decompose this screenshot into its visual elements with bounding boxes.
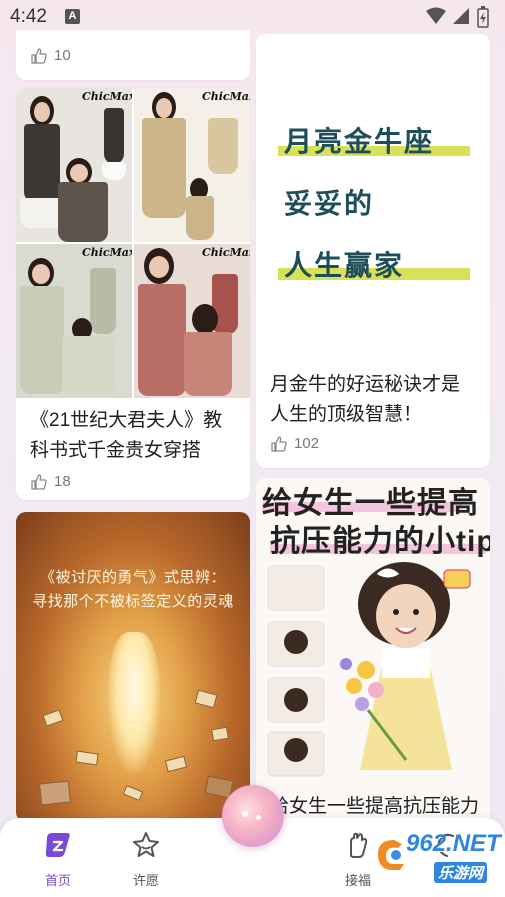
photo-tile: ChicMax	[16, 244, 132, 398]
post-card-astro[interactable]: 月亮金牛座 妥妥的 人生赢家 月金牛的好运秘诀才是人生的顶级智慧！ 102	[256, 34, 490, 468]
site-watermark: 962.NET 乐游网	[372, 828, 501, 890]
cover-text-line: 《被讨厌的勇气》式思辨：	[39, 569, 226, 586]
app-notification-icon: A	[65, 9, 80, 24]
thumbs-up-icon	[31, 474, 47, 490]
create-orb-button[interactable]	[222, 785, 284, 847]
brand-mark: ChicMax	[202, 90, 250, 103]
photo-tile: ChicMax	[134, 244, 250, 398]
photo-tile: ChicMax	[16, 88, 132, 242]
post-cover-image: 月亮金牛座 妥妥的 人生赢家	[256, 34, 490, 367]
cover-text-line: 妥妥的	[284, 188, 375, 219]
like-count-value: 18	[54, 473, 71, 490]
like-count-value: 10	[54, 47, 71, 64]
post-cover-image: ChicMax ChicMax ChicMax	[16, 88, 250, 398]
signal-icon	[453, 8, 469, 24]
status-icons	[425, 6, 495, 28]
status-bar: 4:42 A	[0, 0, 505, 34]
cover-text-line: 寻找那个不被标签定义的灵魂	[32, 593, 234, 610]
photo-tile: ChicMax	[134, 88, 250, 242]
nav-label: 许愿	[132, 873, 159, 888]
post-title[interactable]: 月金牛的好运秘诀才是人生的顶级智慧！	[270, 370, 478, 430]
hand-icon	[350, 832, 368, 858]
battery-icon	[477, 6, 489, 28]
status-time: 4:42	[10, 6, 47, 27]
home-icon	[45, 833, 70, 857]
brand-mark: ChicMax	[82, 90, 132, 103]
brand-mark: ChicMax	[202, 246, 250, 259]
post-card-fashion[interactable]: ChicMax ChicMax ChicMax	[16, 88, 250, 500]
glowing-figure	[108, 632, 160, 772]
orb-icon	[242, 811, 248, 817]
nav-label: 首页	[44, 873, 71, 888]
star-icon	[133, 832, 159, 857]
post-cover-image: 《被讨厌的勇气》式思辨： 寻找那个不被标签定义的灵魂	[16, 512, 250, 822]
thumbs-up-icon	[271, 436, 287, 452]
nav-home[interactable]: 首页	[28, 828, 88, 888]
post-title[interactable]: 《21世纪大君夫人》教科书式千金贵女穿搭	[30, 406, 238, 466]
post-card-top[interactable]: 10	[16, 30, 250, 80]
girl-with-flowers-illustration	[267, 562, 471, 777]
cover-text-line: 抗压能力的小tips	[270, 525, 490, 558]
thumbs-up-icon	[31, 48, 47, 64]
post-card-tips[interactable]: 给女生一些提高 抗压能力的小tips 给女生一些提高抗压能力的小tips	[256, 478, 490, 823]
cover-text-line: 人生赢家	[284, 250, 405, 281]
watermark-subtext: 乐游网	[434, 862, 488, 883]
wifi-icon	[426, 7, 446, 24]
like-count-value: 102	[294, 435, 320, 452]
post-card-courage[interactable]: 《被讨厌的勇气》式思辨： 寻找那个不被标签定义的灵魂	[16, 512, 250, 822]
cover-text-line: 月亮金牛座	[284, 126, 435, 157]
nav-wish[interactable]: 许愿	[116, 828, 176, 888]
watermark-text: 962.NET	[406, 830, 501, 857]
brand-mark: ChicMax	[82, 246, 132, 259]
